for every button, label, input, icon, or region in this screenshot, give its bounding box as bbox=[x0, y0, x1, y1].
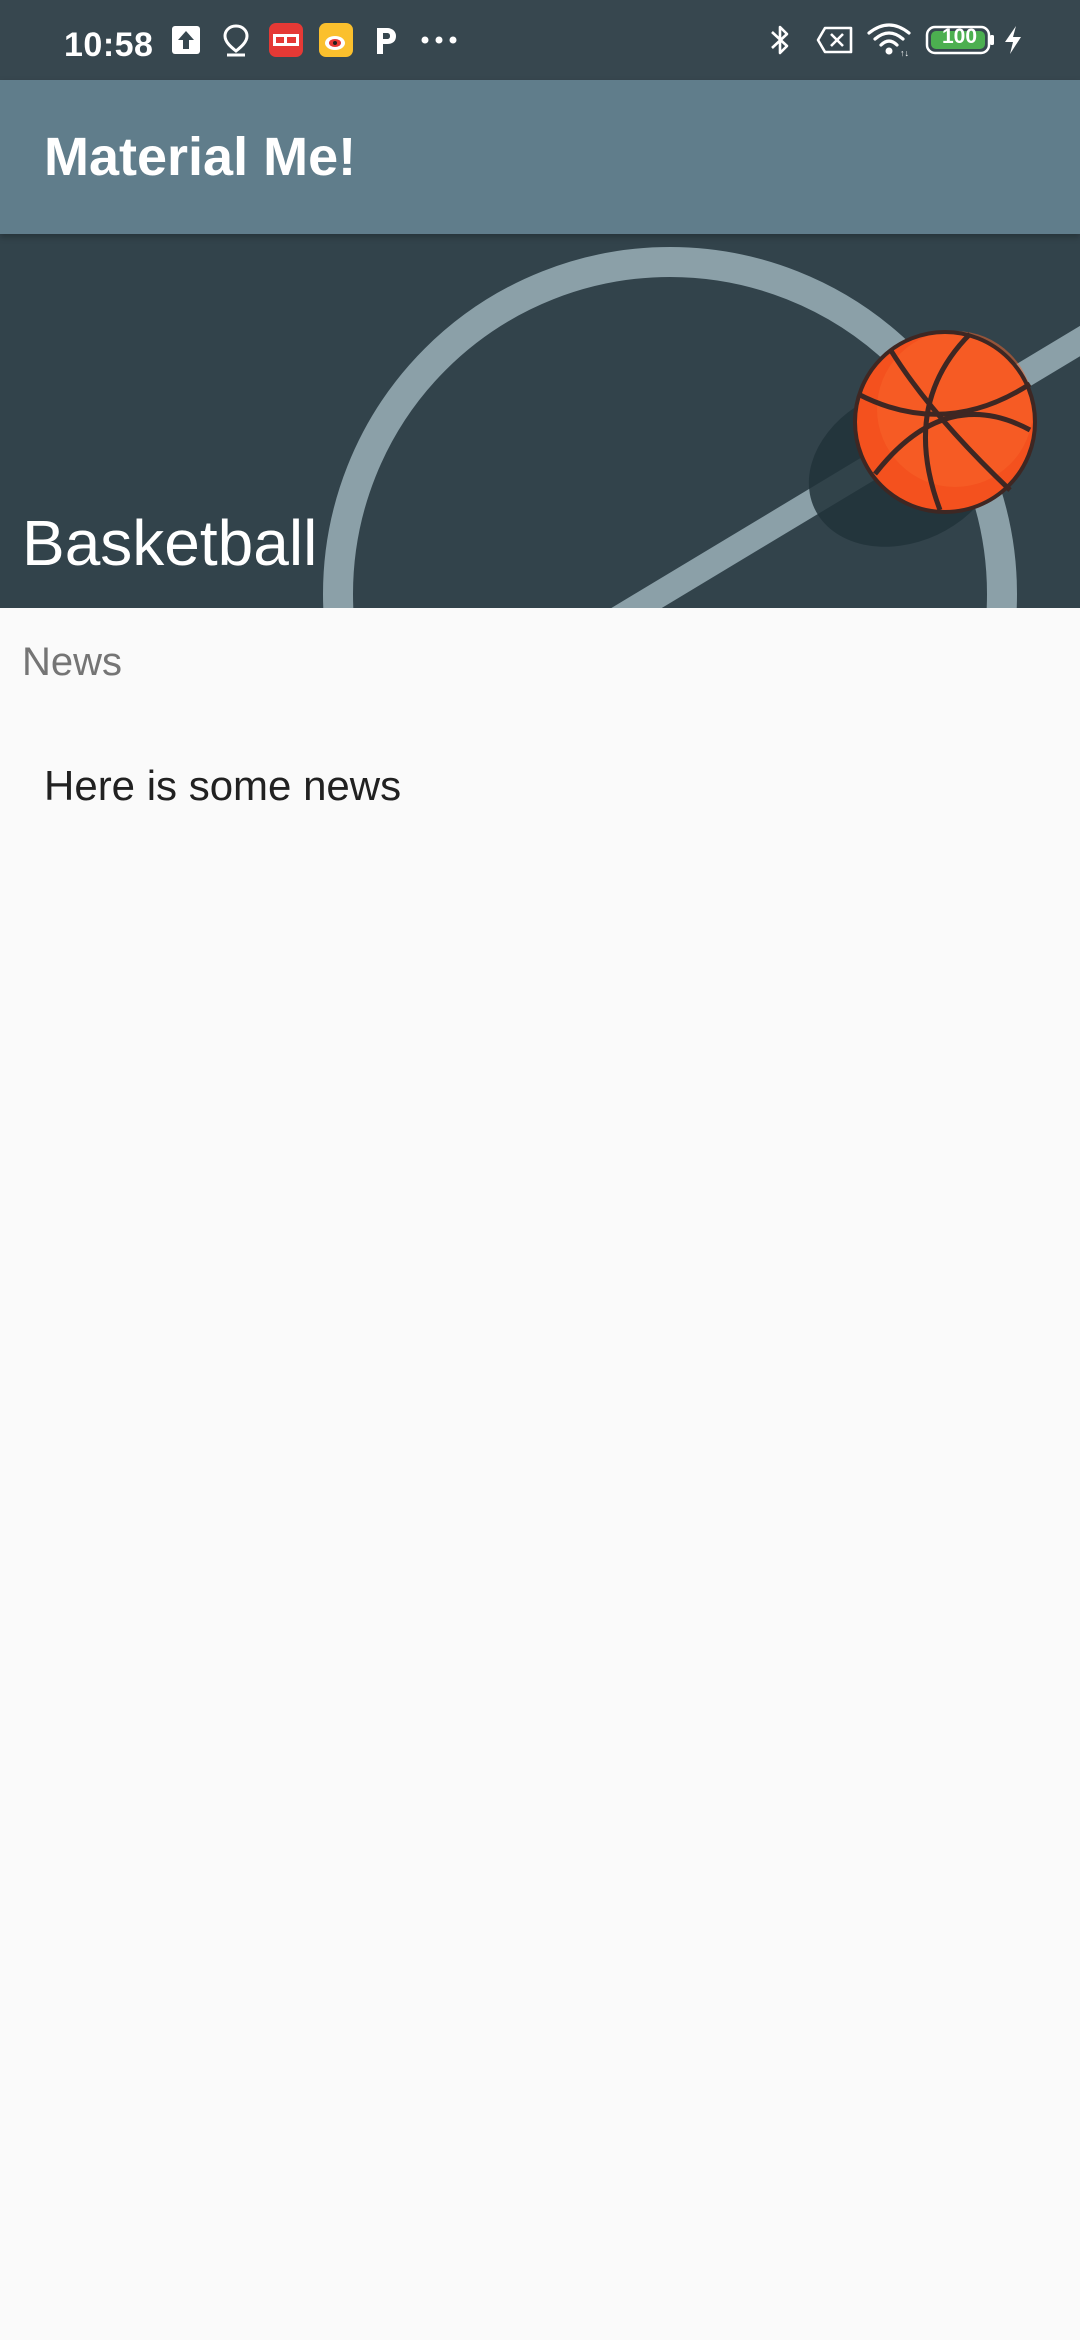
no-sim-icon bbox=[814, 0, 856, 80]
news-body: Here is some news bbox=[44, 762, 402, 809]
more-dots-icon bbox=[418, 0, 460, 80]
hero-title: Basketball bbox=[22, 507, 318, 579]
app-bar: Material Me! bbox=[0, 80, 1080, 234]
news-subheading: News bbox=[22, 640, 123, 684]
bluetooth-icon bbox=[762, 0, 798, 80]
status-bar: 10:58 ↑↓ 100 bbox=[0, 0, 1080, 80]
weibo-app-icon bbox=[316, 0, 356, 80]
wifi-icon: ↑↓ bbox=[864, 0, 914, 80]
status-time: 10:58 bbox=[64, 26, 154, 64]
battery-icon: 100 bbox=[924, 0, 998, 80]
hero-image: Basketball bbox=[0, 234, 1080, 608]
app-title: Material Me! bbox=[44, 127, 357, 187]
charging-bolt-icon bbox=[1000, 0, 1026, 80]
upload-icon bbox=[168, 0, 204, 80]
svg-text:↑↓: ↑↓ bbox=[900, 48, 909, 58]
toutiao-app-icon bbox=[266, 0, 306, 80]
battery-level: 100 bbox=[942, 25, 978, 48]
location-pin-icon bbox=[218, 0, 254, 80]
p-app-icon bbox=[368, 0, 402, 80]
